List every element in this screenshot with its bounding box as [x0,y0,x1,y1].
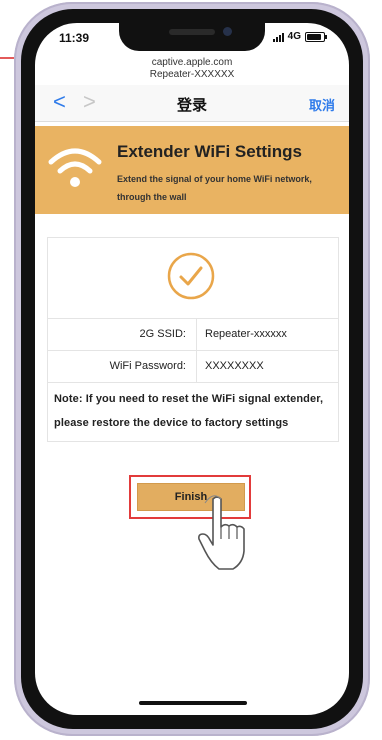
signal-icon [272,32,284,42]
wifi-icon [48,148,102,187]
url-page-name: Repeater-XXXXXX [149,69,235,80]
phone-frame: 11:39 4G captive.apple.com Repeater-XXXX… [14,2,370,736]
banner-title: Extender WiFi Settings [117,142,302,161]
home-indicator [139,701,247,705]
network-label: 4G [287,31,301,42]
red-marker-line [0,57,14,59]
status-time: 11:39 [59,31,90,45]
success-row [48,238,338,319]
url-domain: captive.apple.com [151,57,233,68]
checkmark-circle-icon [167,252,215,300]
ssid-value: Repeater-xxxxxx [205,328,287,340]
ssid-label: 2G SSID: [48,319,197,350]
result-panel: 2G SSID: Repeater-xxxxxx WiFi Password: … [47,237,339,442]
banner-subtitle: Extend the signal of your home WiFi netw… [117,174,312,202]
ssid-row: 2G SSID: Repeater-xxxxxx [48,319,338,351]
status-bar: 11:39 4G [35,31,349,51]
reset-note: Note: If you need to reset the WiFi sign… [54,393,324,429]
phone-screen: 11:39 4G captive.apple.com Repeater-XXXX… [35,23,349,715]
password-value: XXXXXXXX [205,360,264,372]
pointing-hand-icon [198,495,245,570]
url-bar[interactable]: captive.apple.com Repeater-XXXXXX [35,57,349,81]
status-right: 4G [272,31,327,42]
password-row: WiFi Password: XXXXXXXX [48,351,338,383]
battery-icon [305,31,327,42]
phone-bezel: 11:39 4G captive.apple.com Repeater-XXXX… [21,9,363,729]
nav-title: 登录 [176,97,207,114]
header-banner: Extender WiFi Settings Extend the signal… [35,126,349,214]
password-label: WiFi Password: [48,351,197,382]
cancel-button[interactable]: 取消 [309,95,335,114]
browser-nav-bar: < > 登录 取消 [35,85,349,122]
